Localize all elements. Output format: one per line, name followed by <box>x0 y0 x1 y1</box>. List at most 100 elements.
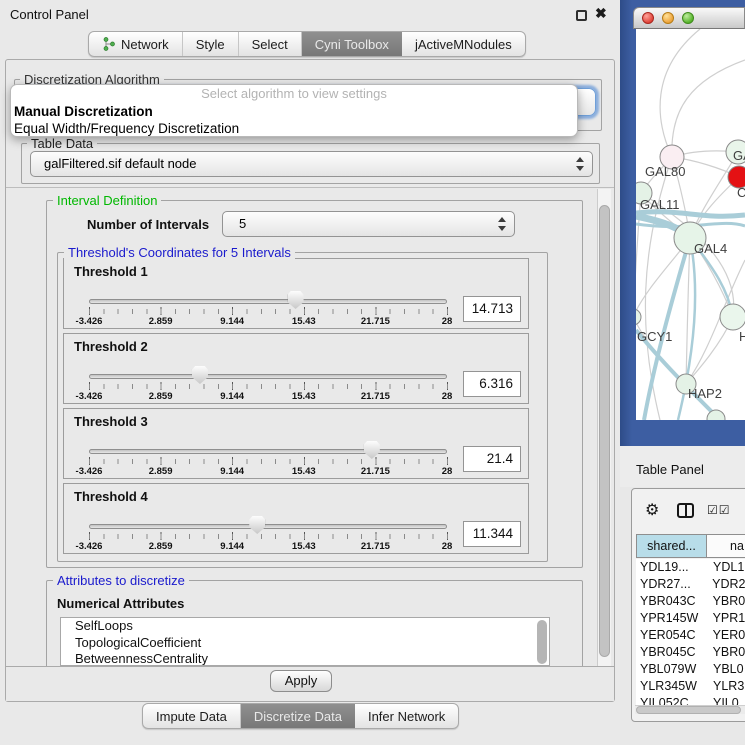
table-row[interactable]: YER054CYER0 <box>636 627 745 644</box>
close-icon[interactable]: ✖ <box>595 5 607 22</box>
label-hap2: HAP2 <box>688 386 722 401</box>
column-header-name[interactable]: na <box>706 534 745 558</box>
threshold-panel: Threshold 4 -3.4262.8599.14415.4321.7152… <box>63 483 529 554</box>
panel-scrollbar-thumb[interactable] <box>599 205 610 657</box>
dropdown-option-manual[interactable]: Manual Discretization <box>11 103 577 120</box>
cell-name: YBL0 <box>707 661 744 678</box>
attribute-item[interactable]: BetweennessCentrality <box>61 651 549 666</box>
network-icon <box>102 37 115 51</box>
float-window-icon[interactable] <box>576 10 587 21</box>
tab-label: Infer Network <box>368 709 445 724</box>
cell-name: YDL1 <box>707 559 744 576</box>
cell-name: YIL0 <box>707 695 739 705</box>
slider-minor-ticks <box>89 384 448 389</box>
tab-infer-network[interactable]: Infer Network <box>355 704 458 728</box>
table-row[interactable]: YLR345WYLR3 <box>636 678 745 695</box>
table-row[interactable]: YBR043CYBR0 <box>636 593 745 610</box>
minimize-traffic-light-icon[interactable] <box>662 12 674 24</box>
label-partial-c: C <box>737 185 745 200</box>
slider-minor-ticks <box>89 459 448 464</box>
tick-label: 9.144 <box>220 391 244 402</box>
threshold-panel: Threshold 3 -3.4262.8599.14415.4321.7152… <box>63 408 529 479</box>
checkbox-columns-icon[interactable]: ☑☑ <box>707 503 731 517</box>
tick-label: 21.715 <box>361 391 390 402</box>
slider-track[interactable] <box>89 524 447 529</box>
table-hscrollbar-thumb[interactable] <box>636 706 741 714</box>
algorithm-dropdown-popup: Select algorithm to view settings Manual… <box>10 84 578 137</box>
stepper-arrows-icon <box>576 157 585 171</box>
tab-jactivemnodules[interactable]: jActiveMNodules <box>402 32 525 56</box>
tab-style[interactable]: Style <box>183 32 239 56</box>
tab-select[interactable]: Select <box>239 32 302 56</box>
column-header-shared-name[interactable]: shared... <box>636 534 707 558</box>
tick-label: 2.859 <box>149 391 173 402</box>
tab-discretize-data[interactable]: Discretize Data <box>241 704 355 728</box>
table-row[interactable]: YBL079WYBL0 <box>636 661 745 678</box>
cell-shared-name: YDR27... <box>636 576 706 593</box>
cell-shared-name: YLR345W <box>636 678 707 695</box>
tab-cyni-toolbox[interactable]: Cyni Toolbox <box>302 32 402 56</box>
slider-track[interactable] <box>89 299 447 304</box>
intervals-value: 5 <box>239 212 246 236</box>
network-canvas[interactable]: GAL80 GA C GAL11 GAL4 GCY1 H HAP2 <box>636 29 745 420</box>
slider-minor-ticks <box>89 534 448 539</box>
table-row[interactable]: YBR045CYBR0 <box>636 644 745 661</box>
tick-label: 2.859 <box>149 316 173 327</box>
table-panel-title: Table Panel <box>636 462 704 477</box>
list-scrollbar[interactable] <box>537 620 547 664</box>
gear-icon[interactable]: ⚙ <box>645 500 659 520</box>
threshold-slider[interactable]: -3.4262.8599.14415.4321.71528 <box>89 290 447 330</box>
tab-impute-data[interactable]: Impute Data <box>143 704 241 728</box>
threshold-label: Threshold 3 <box>74 414 148 429</box>
apply-button[interactable]: Apply <box>270 670 332 692</box>
threshold-slider[interactable]: -3.4262.8599.14415.4321.71528 <box>89 365 447 405</box>
node-table[interactable]: YDL19...YDL1YDR27...YDR2YBR043CYBR0YPR14… <box>636 559 745 705</box>
cell-name: YER0 <box>707 627 745 644</box>
label-gal80: GAL80 <box>645 164 685 179</box>
table-row[interactable]: YPR145WYPR1 <box>636 610 745 627</box>
top-tab-strip: Network Style Select Cyni Toolbox jActiv… <box>88 31 526 57</box>
dropdown-option-equal-width[interactable]: Equal Width/Frequency Discretization <box>11 120 577 137</box>
threshold-label: Threshold 1 <box>74 264 148 279</box>
threshold-value-field[interactable]: 14.713 <box>463 296 521 322</box>
threshold-panel: Threshold 2 -3.4262.8599.14415.4321.7152… <box>63 333 529 404</box>
numerical-attributes-label: Numerical Attributes <box>57 596 184 611</box>
slider-track[interactable] <box>89 449 447 454</box>
node-gcy1[interactable] <box>636 309 641 325</box>
attribute-item[interactable]: TopologicalCoefficient <box>61 635 549 652</box>
tick-label: -3.426 <box>76 391 103 402</box>
threshold-slider[interactable]: -3.4262.8599.14415.4321.71528 <box>89 440 447 480</box>
cell-shared-name: YBR043C <box>636 593 707 610</box>
cell-name: YBR0 <box>707 644 745 661</box>
zoom-traffic-light-icon[interactable] <box>682 12 694 24</box>
threshold-value-field[interactable]: 6.316 <box>463 371 521 397</box>
threshold-label: Threshold 2 <box>74 339 148 354</box>
label-partial-g: GA <box>733 148 745 163</box>
split-columns-icon[interactable] <box>677 503 694 518</box>
tick-label: -3.426 <box>76 466 103 477</box>
tick-label: 15.43 <box>292 541 316 552</box>
close-traffic-light-icon[interactable] <box>642 12 654 24</box>
slider-track[interactable] <box>89 374 447 379</box>
dropdown-placeholder-option[interactable]: Select algorithm to view settings <box>11 85 577 103</box>
table-data-select[interactable]: galFiltered.sif default node <box>30 151 593 177</box>
cell-name: YDR2 <box>706 576 745 593</box>
slider-minor-ticks <box>89 309 448 314</box>
attribute-item[interactable]: SelfLoops <box>61 618 549 635</box>
number-of-intervals-spinner[interactable]: 5 <box>222 211 515 237</box>
tab-label: Select <box>252 37 288 52</box>
table-row[interactable]: YDL19...YDL1 <box>636 559 745 576</box>
panel-title: Control Panel <box>10 7 89 22</box>
tick-label: -3.426 <box>76 316 103 327</box>
numerical-attributes-list[interactable]: SelfLoopsTopologicalCoefficientBetweenne… <box>60 617 550 666</box>
tick-label: 2.859 <box>149 541 173 552</box>
threshold-value-field[interactable]: 21.4 <box>463 446 521 472</box>
table-data-group-title: Table Data <box>27 136 97 151</box>
tab-label: Network <box>121 37 169 52</box>
threshold-value-field[interactable]: 11.344 <box>463 521 521 547</box>
threshold-slider[interactable]: -3.4262.8599.14415.4321.71528 <box>89 515 447 555</box>
tab-network[interactable]: Network <box>89 32 183 56</box>
node-h[interactable] <box>720 304 745 330</box>
table-row[interactable]: YDR27...YDR2 <box>636 576 745 593</box>
table-row[interactable]: YIL052CYIL0 <box>636 695 745 705</box>
